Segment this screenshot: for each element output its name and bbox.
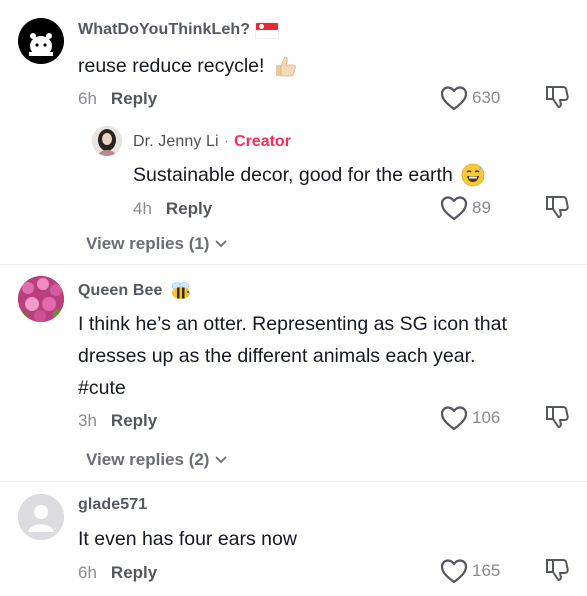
flowers-photo-icon (18, 276, 64, 322)
username[interactable]: glade571 (78, 496, 147, 514)
dislike-button[interactable] (544, 84, 570, 115)
reply-button[interactable]: Reply (111, 411, 157, 431)
reply-button[interactable]: Reply (166, 199, 212, 219)
view-replies-button[interactable]: View replies (1) (86, 233, 228, 255)
username[interactable]: WhatDoYouThinkLeh? (78, 21, 250, 39)
divider (0, 481, 587, 482)
comment-text: I think he’s an otter. Representing as S… (78, 308, 507, 404)
reply-text-row: Sustainable decor, good for the earth (133, 159, 485, 191)
creator-badge: Creator (234, 133, 291, 150)
like-count: 106 (472, 408, 501, 427)
comment-item: WhatDoYouThinkLeh? reuse reduce recycle!… (0, 0, 587, 253)
comment-text: It even has four ears now (78, 528, 297, 550)
reply-header: Dr. Jenny Li · Creator (133, 131, 291, 153)
creator-avatar[interactable] (92, 126, 122, 156)
comment-time: 4h (133, 199, 152, 218)
thumbs-down-outline-icon (546, 406, 569, 428)
view-replies-label: View replies (2) (86, 450, 210, 469)
default-user-icon (18, 494, 64, 540)
heart-outline-icon (440, 196, 468, 221)
like-button[interactable]: 106 (440, 404, 500, 432)
divider (0, 264, 587, 265)
comment-header: glade571 (78, 494, 147, 516)
thumbs-down-outline-icon (546, 559, 569, 581)
comment-meta: 6h Reply (78, 561, 157, 585)
comment-time: 6h (78, 89, 97, 108)
comment-meta: 3h Reply (78, 409, 157, 433)
thumbs-down-outline-icon (546, 86, 569, 108)
like-count: 165 (472, 561, 501, 580)
avatar[interactable] (18, 18, 64, 64)
reply-meta: 4h Reply (133, 197, 212, 221)
comment-time: 6h (78, 563, 97, 582)
view-replies-button[interactable]: View replies (2) (86, 449, 228, 471)
heart-outline-icon (440, 559, 468, 584)
heart-outline-icon (440, 86, 468, 111)
comment-header: WhatDoYouThinkLeh? (78, 19, 280, 41)
comment-meta: 6h Reply (78, 87, 157, 111)
comment-text: Sustainable decor, good for the earth (133, 164, 453, 186)
sweat-smile-emoji-icon (461, 163, 485, 187)
like-count: 89 (472, 198, 491, 217)
comment-text-row: reuse reduce recycle! (78, 50, 298, 82)
username[interactable]: Dr. Jenny Li (133, 133, 219, 151)
heart-outline-icon (440, 406, 468, 431)
comment-time: 3h (78, 411, 97, 430)
comment-text-line: dresses up as the different animals each… (78, 345, 476, 367)
avatar[interactable] (18, 276, 64, 322)
person-photo-icon (92, 126, 122, 156)
dislike-button[interactable] (544, 557, 570, 588)
like-count: 630 (472, 88, 501, 107)
reply-button[interactable]: Reply (111, 563, 157, 583)
reply-button[interactable]: Reply (111, 89, 157, 109)
like-button[interactable]: 89 (440, 194, 491, 222)
singapore-flag-icon (255, 21, 280, 39)
comment-header: Queen Bee (78, 280, 193, 302)
bee-emoji-icon (171, 282, 190, 299)
like-button[interactable]: 630 (440, 84, 500, 112)
view-replies-label: View replies (1) (86, 234, 210, 253)
default-avatar[interactable] (18, 494, 64, 540)
thumbs-up-emoji-icon (276, 56, 297, 77)
like-button[interactable]: 165 (440, 557, 500, 585)
hashtag-link[interactable]: #cute (78, 372, 507, 404)
username[interactable]: Queen Bee (78, 282, 163, 300)
thumbs-down-outline-icon (546, 196, 569, 218)
dislike-button[interactable] (544, 404, 570, 435)
chevron-down-icon (215, 240, 228, 248)
dislike-button[interactable] (544, 194, 570, 225)
ghost-mascot-icon (29, 33, 53, 56)
comment-text-line: I think he’s an otter. Representing as S… (78, 313, 507, 335)
comment-text: reuse reduce recycle! (78, 55, 265, 77)
chevron-down-icon (215, 456, 228, 464)
badge-separator: · (223, 133, 230, 150)
